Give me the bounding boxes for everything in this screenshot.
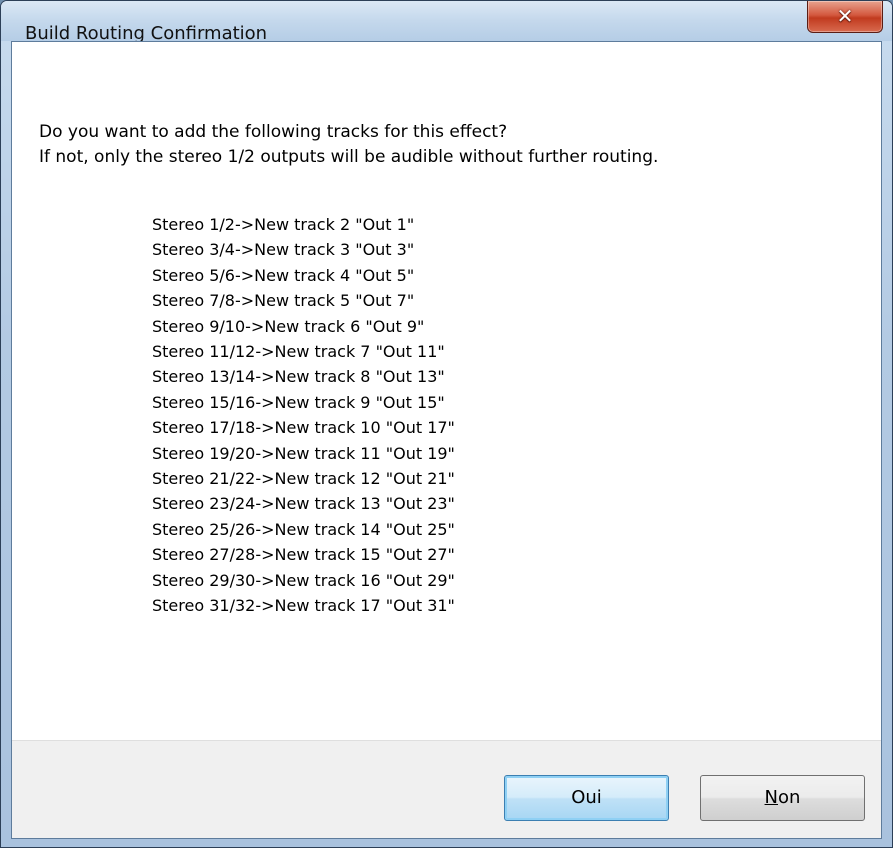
- track-list-item: Stereo 1/2->New track 2 "Out 1": [152, 215, 415, 234]
- confirmation-message: Do you want to add the following tracks …: [39, 120, 658, 170]
- track-list-item: Stereo 19/20->New track 11 "Out 19": [152, 443, 455, 463]
- track-list-item: Stereo 13/14->New track 8 "Out 13": [152, 367, 445, 387]
- non-button-label: on: [778, 787, 801, 808]
- track-list-item: Stereo 11/12->New track 7 "Out 11": [152, 342, 445, 362]
- track-list-item: Stereo 17/18->New track 10 "Out 17": [152, 418, 455, 438]
- title-bar[interactable]: Build Routing Confirmation ✕: [1, 1, 892, 43]
- non-button[interactable]: Non: [700, 775, 865, 821]
- close-button[interactable]: ✕: [807, 1, 883, 33]
- button-bar: Oui Non: [12, 740, 881, 838]
- track-list-item: Stereo 3/4->New track 3 "Out 3": [152, 240, 415, 260]
- oui-button-label: Oui: [571, 787, 602, 808]
- message-line-2: If not, only the stereo 1/2 outputs will…: [39, 147, 659, 167]
- dialog-window: Build Routing Confirmation ✕ Do you want…: [0, 0, 893, 848]
- track-list-item: Stereo 29/30->New track 16 "Out 29": [152, 570, 455, 590]
- track-list-item: Stereo 23/24->New track 13 "Out 23": [152, 494, 455, 514]
- track-list-item: Stereo 5/6->New track 4 "Out 5": [152, 265, 415, 285]
- close-icon: ✕: [836, 4, 854, 28]
- track-list-item: Stereo 31/32->New track 17 "Out 31": [152, 596, 455, 616]
- track-list: Stereo 1/2->New track 2 "Out 1" Stereo 3/…: [152, 212, 455, 619]
- track-list-item: Stereo 25/26->New track 14 "Out 25": [152, 519, 455, 539]
- track-list-item: Stereo 9/10->New track 6 "Out 9": [152, 316, 425, 336]
- track-list-item: Stereo 21/22->New track 12 "Out 21": [152, 469, 455, 489]
- message-line-1: Do you want to add the following tracks …: [39, 122, 508, 142]
- track-list-item: Stereo 15/16->New track 9 "Out 15": [152, 392, 445, 412]
- dialog-client-area: Do you want to add the following tracks …: [11, 41, 882, 839]
- oui-button[interactable]: Oui: [504, 775, 669, 821]
- non-button-accelerator: N: [764, 787, 779, 808]
- track-list-item: Stereo 27/28->New track 15 "Out 27": [152, 545, 455, 565]
- track-list-item: Stereo 7/8->New track 5 "Out 7": [152, 291, 415, 311]
